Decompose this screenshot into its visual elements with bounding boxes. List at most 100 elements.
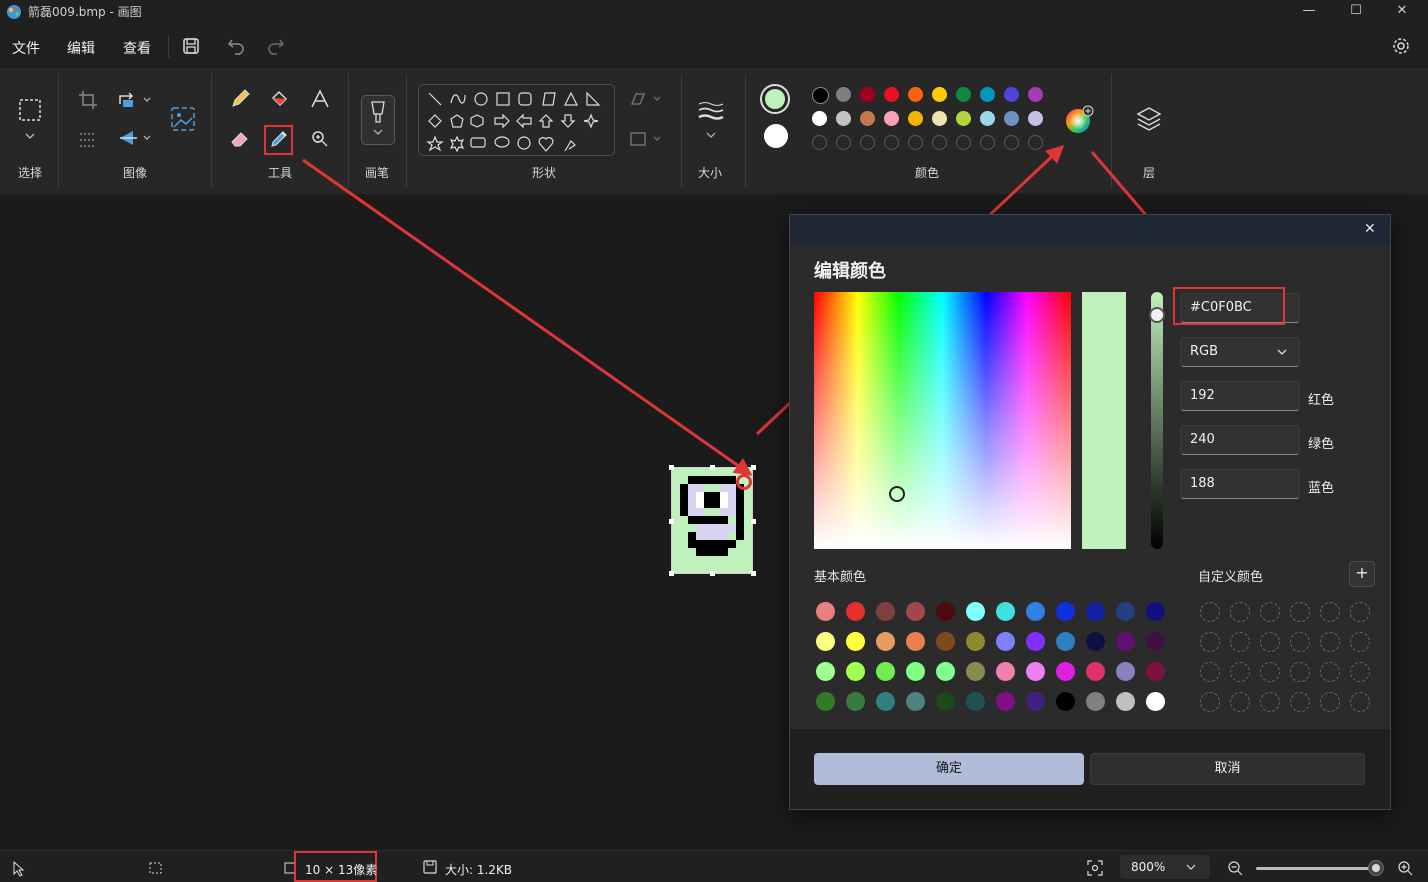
palette-swatch[interactable] [956,87,971,102]
basic-color-swatch[interactable] [1116,602,1135,621]
basic-color-swatch[interactable] [1086,602,1105,621]
zoom-slider-thumb[interactable] [1368,860,1384,876]
palette-swatch[interactable] [980,87,995,102]
select-tool-icon[interactable] [18,98,44,144]
primary-color-ring[interactable] [760,84,790,114]
basic-color-swatch[interactable] [846,602,865,621]
green-input[interactable]: 240 [1180,425,1300,455]
basic-color-swatch[interactable] [966,662,985,681]
resize-handle[interactable] [751,571,756,576]
basic-color-swatch[interactable] [1146,632,1165,651]
brightness-thumb[interactable] [1149,307,1165,323]
basic-color-swatch[interactable] [906,662,925,681]
resize-icon[interactable] [78,130,98,150]
menu-edit[interactable]: 编辑 [67,38,95,58]
zoom-slider-track[interactable] [1256,867,1376,870]
undo-icon[interactable] [226,36,246,56]
palette-swatch[interactable] [1028,87,1043,102]
empty-palette-slot[interactable] [1028,135,1043,150]
eraser-icon[interactable] [229,128,251,150]
basic-color-swatch[interactable] [1116,662,1135,681]
custom-color-slot[interactable] [1320,692,1340,712]
palette-swatch[interactable] [860,87,875,102]
magnifier-icon[interactable] [310,129,330,149]
palette-swatch[interactable] [908,87,923,102]
custom-color-slot[interactable] [1200,662,1220,682]
crop-icon[interactable] [78,90,98,110]
spectrum-cursor[interactable] [889,486,905,502]
basic-color-swatch[interactable] [876,662,895,681]
palette-swatch[interactable] [812,87,829,104]
basic-color-swatch[interactable] [1116,632,1135,651]
secondary-color-swatch[interactable] [764,124,788,148]
basic-color-swatch[interactable] [1116,692,1135,711]
custom-color-slot[interactable] [1200,602,1220,622]
palette-swatch[interactable] [956,111,971,126]
basic-color-swatch[interactable] [846,632,865,651]
basic-color-swatch[interactable] [906,632,925,651]
custom-color-slot[interactable] [1320,602,1340,622]
empty-palette-slot[interactable] [836,135,851,150]
basic-color-swatch[interactable] [1056,602,1075,621]
resize-handle[interactable] [669,465,674,470]
basic-color-swatch[interactable] [996,662,1015,681]
basic-color-swatch[interactable] [1026,662,1045,681]
outline-icon[interactable] [628,90,664,108]
zoom-in-icon[interactable] [1397,860,1413,876]
color-picker-icon[interactable] [269,129,289,149]
basic-color-swatch[interactable] [1056,632,1075,651]
custom-color-slot[interactable] [1200,632,1220,652]
custom-color-slot[interactable] [1350,632,1370,652]
fill-icon[interactable] [628,130,664,148]
empty-palette-slot[interactable] [812,135,827,150]
resize-handle[interactable] [710,465,715,470]
basic-color-swatch[interactable] [936,692,955,711]
resize-handle[interactable] [669,519,674,524]
basic-color-swatch[interactable] [1026,632,1045,651]
basic-color-swatch[interactable] [966,632,985,651]
basic-color-swatch[interactable] [816,602,835,621]
shapes-gallery[interactable] [418,84,615,156]
custom-color-slot[interactable] [1260,602,1280,622]
redo-icon[interactable] [266,36,286,56]
basic-color-swatch[interactable] [876,692,895,711]
fit-to-window-icon[interactable] [1087,860,1103,876]
menu-view[interactable]: 查看 [123,38,151,58]
palette-swatch[interactable] [1004,111,1019,126]
flip-icon[interactable] [117,128,153,150]
custom-color-slot[interactable] [1230,662,1250,682]
brush-selector[interactable] [361,95,395,145]
basic-color-swatch[interactable] [936,662,955,681]
dialog-close-button[interactable]: ✕ [1364,221,1376,237]
custom-color-slot[interactable] [1320,662,1340,682]
resize-handle[interactable] [751,465,756,470]
resize-handle[interactable] [751,519,756,524]
basic-color-swatch[interactable] [1056,662,1075,681]
zoom-select[interactable]: 800% [1120,855,1210,879]
empty-palette-slot[interactable] [932,135,947,150]
palette-swatch[interactable] [884,111,899,126]
custom-color-slot[interactable] [1260,692,1280,712]
basic-color-swatch[interactable] [846,662,865,681]
stroke-size-icon[interactable] [697,100,725,142]
basic-color-swatch[interactable] [936,632,955,651]
palette-swatch[interactable] [1028,111,1043,126]
resize-handle[interactable] [669,571,674,576]
basic-color-swatch[interactable] [906,692,925,711]
close-window-button[interactable]: ✕ [1379,0,1425,24]
custom-color-slot[interactable] [1320,632,1340,652]
palette-swatch[interactable] [932,87,947,102]
palette-swatch[interactable] [932,111,947,126]
color-spectrum[interactable] [814,292,1071,549]
basic-color-swatch[interactable] [1026,602,1045,621]
layers-icon[interactable] [1136,106,1162,132]
pencil-icon[interactable] [229,88,251,110]
basic-color-swatch[interactable] [876,602,895,621]
fill-bucket-icon[interactable] [269,88,291,110]
empty-palette-slot[interactable] [908,135,923,150]
palette-swatch[interactable] [836,111,851,126]
ok-button[interactable]: 确定 [814,753,1084,785]
basic-color-swatch[interactable] [1146,662,1165,681]
basic-color-swatch[interactable] [1056,692,1075,711]
basic-color-swatch[interactable] [906,602,925,621]
